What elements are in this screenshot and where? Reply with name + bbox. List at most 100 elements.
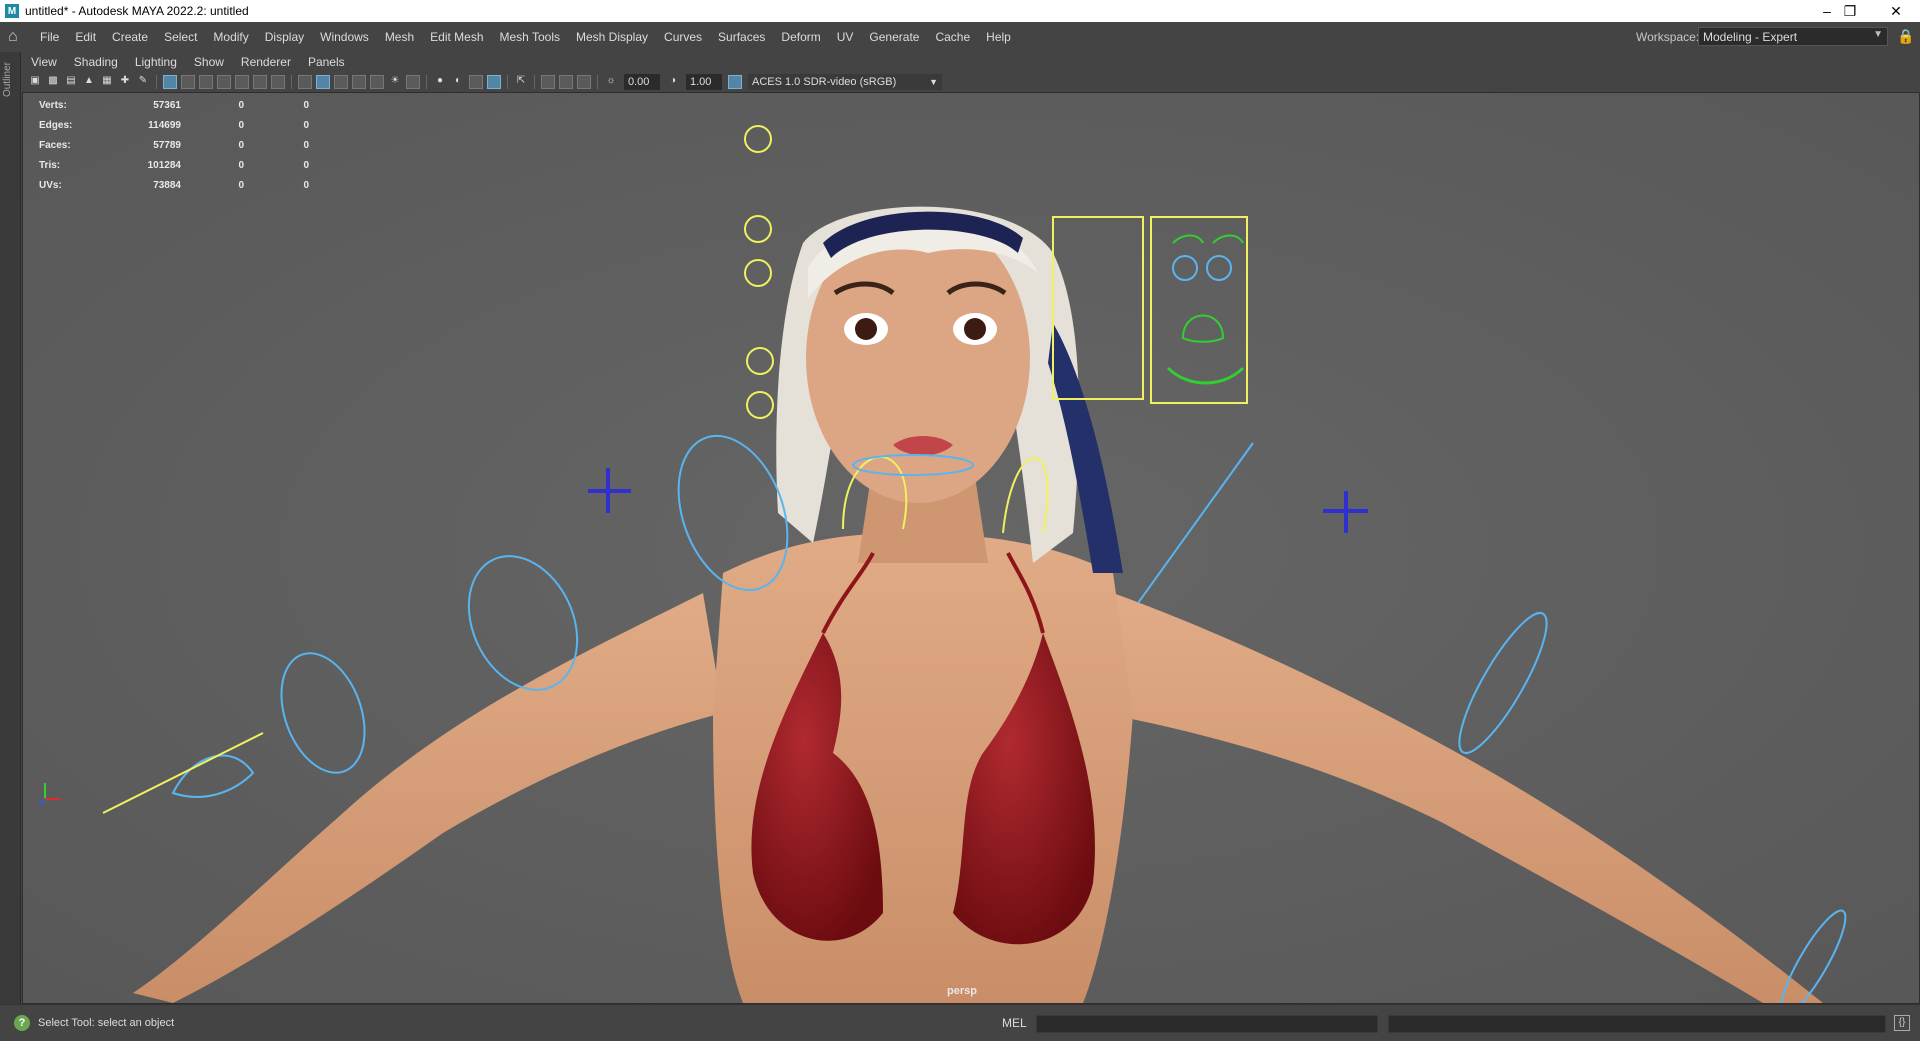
hud-value: 0 <box>238 159 244 171</box>
script-editor-icon[interactable]: {} <box>1894 1015 1910 1031</box>
safe-title-icon[interactable] <box>271 75 285 89</box>
menu-deform[interactable]: Deform <box>773 30 828 44</box>
camera-select-icon[interactable]: ▣ <box>28 75 42 89</box>
menu-create[interactable]: Create <box>104 30 156 44</box>
xray-icon[interactable] <box>541 75 555 89</box>
viewport-persp[interactable]: Verts: 57361 0 0 Edges: 114699 0 0 Faces… <box>22 92 1920 1004</box>
mel-command-input[interactable] <box>1036 1015 1378 1033</box>
smooth-shade-icon[interactable] <box>316 75 330 89</box>
xray-joints-icon[interactable] <box>559 75 573 89</box>
menu-uv[interactable]: UV <box>829 30 862 44</box>
wireframe-on-shaded-icon[interactable] <box>352 75 366 89</box>
menu-surfaces[interactable]: Surfaces <box>710 30 773 44</box>
hud-value: 101284 <box>147 159 181 171</box>
color-space-select[interactable]: ACES 1.0 SDR-video (sRGB) ▼ <box>748 74 942 90</box>
help-line-message: Select Tool: select an object <box>38 1017 175 1029</box>
help-icon[interactable]: ? <box>14 1015 30 1031</box>
film-gate-icon[interactable] <box>181 75 195 89</box>
textured-icon[interactable] <box>370 75 384 89</box>
menu-edit-mesh[interactable]: Edit Mesh <box>422 30 491 44</box>
hud-row-uvs: UVs: 73884 0 0 <box>39 175 309 195</box>
toolbar-separator <box>291 75 292 89</box>
hud-value: 0 <box>303 179 309 191</box>
motion-blur-icon[interactable]: ◐ <box>451 75 465 89</box>
grid-icon[interactable] <box>163 75 177 89</box>
main-menubar: ⌂ File Edit Create Select Modify Display… <box>0 22 1920 52</box>
menu-mesh-tools[interactable]: Mesh Tools <box>492 30 568 44</box>
workspace-select[interactable]: Modeling - Expert ▼ <box>1698 27 1888 46</box>
default-material-icon[interactable] <box>334 75 348 89</box>
menu-file[interactable]: File <box>32 30 67 44</box>
home-icon[interactable]: ⌂ <box>8 29 24 45</box>
image-plane-icon[interactable]: ▦ <box>100 75 114 89</box>
shadows-icon[interactable] <box>406 75 420 89</box>
toolbar-separator <box>156 75 157 89</box>
menu-cache[interactable]: Cache <box>927 30 978 44</box>
menu-select[interactable]: Select <box>156 30 205 44</box>
workspace-value: Modeling - Expert <box>1703 29 1798 44</box>
lock-icon[interactable]: 🔒 <box>1897 28 1914 45</box>
bookmark-icon[interactable]: ▲ <box>82 75 96 89</box>
hud-row-edges: Edges: 114699 0 0 <box>39 115 309 135</box>
panel-menu-show[interactable]: Show <box>185 55 232 69</box>
panel-menu-shading[interactable]: Shading <box>65 55 126 69</box>
toolbar-separator <box>597 75 598 89</box>
hud-label: Verts: <box>39 99 67 111</box>
field-chart-icon[interactable] <box>235 75 249 89</box>
backface-culling-icon[interactable] <box>577 75 591 89</box>
panel-menu-renderer[interactable]: Renderer <box>232 55 299 69</box>
panel-menu-panels[interactable]: Panels <box>299 55 353 69</box>
hud-row-faces: Faces: 57789 0 0 <box>39 135 309 155</box>
hud-row-verts: Verts: 57361 0 0 <box>39 95 309 115</box>
2d-pan-zoom-icon[interactable]: ✚ <box>118 75 132 89</box>
wireframe-icon[interactable] <box>298 75 312 89</box>
menu-mesh-display[interactable]: Mesh Display <box>568 30 656 44</box>
color-management-icon[interactable] <box>728 75 742 89</box>
menu-display[interactable]: Display <box>257 30 312 44</box>
character-right-iris <box>964 318 986 340</box>
panel-menu-view[interactable]: View <box>22 55 65 69</box>
toolbar-separator <box>507 75 508 89</box>
workspace-label: Workspace: <box>1636 30 1700 44</box>
anti-aliasing-icon[interactable] <box>469 75 483 89</box>
menu-help[interactable]: Help <box>978 30 1019 44</box>
hud-value: 0 <box>303 99 309 111</box>
character-left-iris <box>855 318 877 340</box>
mel-label[interactable]: MEL <box>1002 1005 1027 1041</box>
depth-of-field-icon[interactable] <box>487 75 501 89</box>
window-title: untitled* - Autodesk MAYA 2022.2: untitl… <box>25 4 249 18</box>
menu-windows[interactable]: Windows <box>312 30 377 44</box>
hud-value: 57361 <box>153 99 181 111</box>
menu-curves[interactable]: Curves <box>656 30 710 44</box>
restore-icon[interactable]: ❐ <box>1827 0 1873 22</box>
hud-value: 0 <box>238 179 244 191</box>
menu-edit[interactable]: Edit <box>67 30 104 44</box>
toolbar-separator <box>534 75 535 89</box>
ambient-occlusion-icon[interactable]: ● <box>433 75 447 89</box>
menu-mesh[interactable]: Mesh <box>377 30 422 44</box>
safe-action-icon[interactable] <box>253 75 267 89</box>
camera-lock-icon[interactable]: ▩ <box>46 75 60 89</box>
resolution-gate-icon[interactable] <box>199 75 213 89</box>
outliner-label: Outliner <box>2 62 13 98</box>
hud-value: 73884 <box>153 179 181 191</box>
grease-pencil-icon[interactable]: ✎ <box>136 75 150 89</box>
gamma-field[interactable]: 1.00 <box>686 74 722 90</box>
exposure-icon[interactable]: ☼ <box>604 75 618 89</box>
close-icon[interactable]: ✕ <box>1873 0 1919 22</box>
exposure-field[interactable]: 0.00 <box>624 74 660 90</box>
gamma-icon[interactable]: ◑ <box>666 75 680 89</box>
menu-generate[interactable]: Generate <box>861 30 927 44</box>
panel-menu-lighting[interactable]: Lighting <box>126 55 185 69</box>
gate-mask-icon[interactable] <box>217 75 231 89</box>
scene-render[interactable] <box>23 93 1919 1003</box>
mel-result-field <box>1388 1015 1886 1033</box>
isolate-select-icon[interactable]: ⇱ <box>514 75 528 89</box>
menu-modify[interactable]: Modify <box>205 30 256 44</box>
outliner-tab[interactable]: Outliner <box>0 52 21 1004</box>
maya-icon: M <box>5 4 19 18</box>
camera-attributes-icon[interactable]: ▤ <box>64 75 78 89</box>
window-titlebar: M untitled* - Autodesk MAYA 2022.2: unti… <box>0 0 1920 22</box>
hud-row-tris: Tris: 101284 0 0 <box>39 155 309 175</box>
lights-icon[interactable]: ☀ <box>388 75 402 89</box>
